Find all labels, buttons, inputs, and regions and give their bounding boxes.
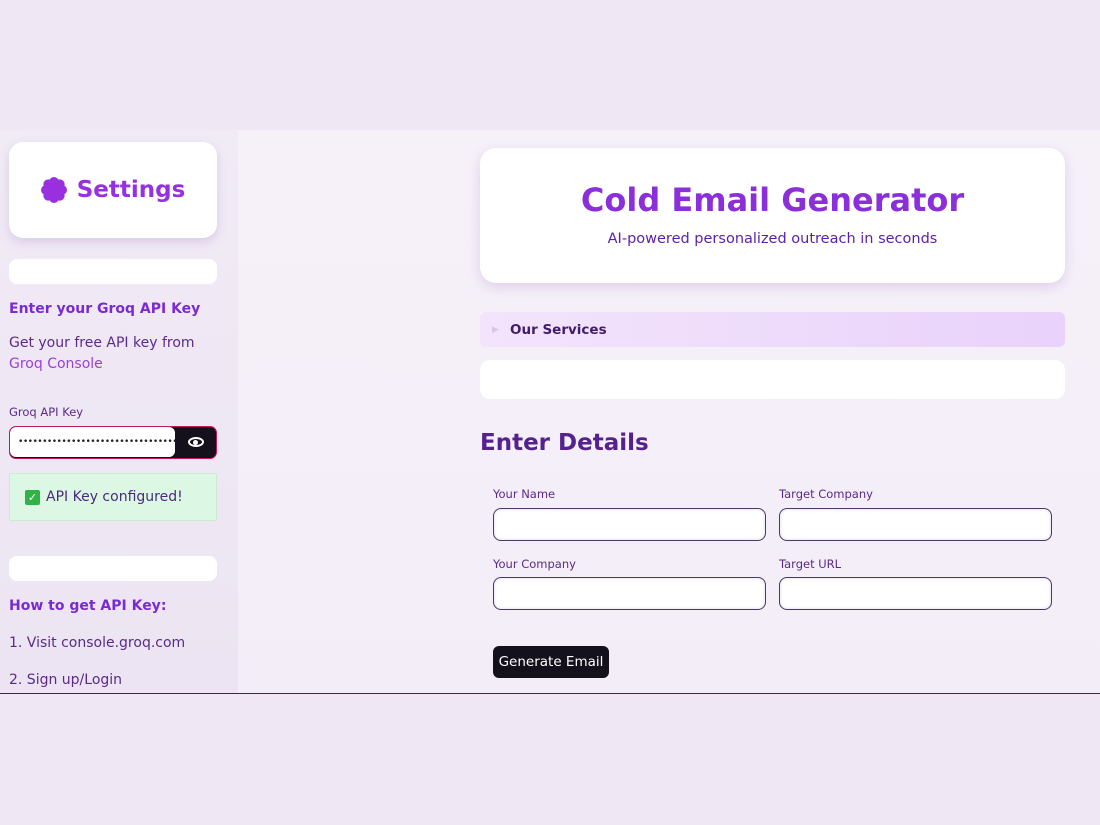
your-company-input[interactable] xyxy=(493,577,766,610)
howto-heading: How to get API Key: xyxy=(9,598,167,614)
api-key-status: ✓ API Key configured! xyxy=(9,473,217,521)
page-subtitle: AI-powered personalized outreach in seco… xyxy=(607,231,938,247)
howto-step-2: 2. Sign up/Login xyxy=(9,672,123,688)
api-key-status-text: API Key configured! xyxy=(46,489,183,505)
page-title: Cold Email Generator xyxy=(580,181,965,219)
main-content: Cold Email Generator AI-powered personal… xyxy=(238,130,1100,693)
your-name-label: Your Name xyxy=(493,487,556,501)
services-expander[interactable]: ▶ Our Services xyxy=(480,312,1065,347)
chevron-right-icon: ▶ xyxy=(492,324,499,335)
api-key-heading: Enter your Groq API Key xyxy=(9,301,201,317)
gear-icon xyxy=(40,177,67,203)
check-icon: ✓ xyxy=(25,489,40,505)
blank-panel xyxy=(480,360,1065,399)
your-name-input[interactable] xyxy=(493,508,766,541)
api-key-label: Groq API Key xyxy=(9,405,84,419)
header-card: Cold Email Generator AI-powered personal… xyxy=(480,148,1065,283)
sidebar-divider-box-2 xyxy=(9,556,217,581)
app-window: Settings Enter your Groq API Key Get you… xyxy=(0,130,1100,694)
toggle-visibility-button[interactable] xyxy=(175,427,216,457)
settings-card: Settings xyxy=(9,142,217,238)
api-key-description: Get your free API key from Groq Console xyxy=(9,333,224,375)
target-url-label: Target URL xyxy=(779,557,842,571)
services-label: Our Services xyxy=(510,321,607,338)
generate-email-button[interactable]: Generate Email xyxy=(493,646,609,678)
eye-icon xyxy=(187,437,204,447)
settings-title: Settings xyxy=(76,177,186,203)
sidebar: Settings Enter your Groq API Key Get you… xyxy=(0,130,238,693)
groq-console-link[interactable]: Groq Console xyxy=(9,356,103,372)
sidebar-divider-box xyxy=(9,259,217,284)
howto-step-1: 1. Visit console.groq.com xyxy=(9,635,186,651)
form-title: Enter Details xyxy=(480,430,649,456)
your-company-label: Your Company xyxy=(493,557,576,571)
api-key-input[interactable]: ••••••••••••••••••••••••••••••••••••••••… xyxy=(10,427,175,457)
target-company-input[interactable] xyxy=(779,508,1052,541)
target-url-input[interactable] xyxy=(779,577,1052,610)
api-key-description-text: Get your free API key from xyxy=(9,335,195,351)
api-key-field: ••••••••••••••••••••••••••••••••••••••••… xyxy=(9,426,217,459)
target-company-label: Target Company xyxy=(779,487,873,501)
